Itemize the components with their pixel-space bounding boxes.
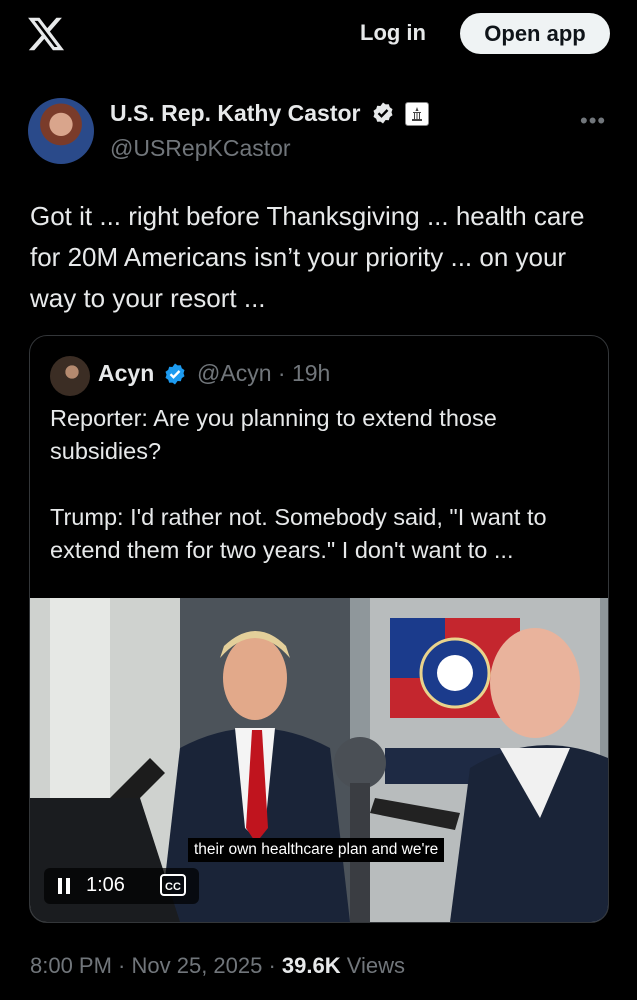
quoted-handle-time: @Acyn · 19h	[197, 360, 331, 386]
government-badge-icon	[405, 102, 430, 126]
views-count: 39.6K	[281, 953, 341, 978]
video-player[interactable]: their own healthcare plan and we're 1:06…	[30, 598, 608, 922]
quoted-tweet-text: Reporter: Are you planning to extend tho…	[50, 405, 547, 563]
more-icon[interactable]: •••	[580, 108, 606, 134]
author-name[interactable]: U.S. Rep. Kathy Castor	[110, 100, 361, 126]
quoted-author-line: Acyn @Acyn · 19h	[98, 360, 330, 387]
pause-icon[interactable]	[56, 876, 72, 896]
login-link[interactable]: Log in	[360, 20, 426, 46]
video-caption: their own healthcare plan and we're	[188, 838, 445, 862]
quoted-author-avatar[interactable]	[50, 356, 90, 396]
tweet-text: Got it ... right before Thanksgiving ...…	[30, 201, 585, 313]
verified-badge-icon	[165, 363, 185, 385]
author-handle[interactable]: @USRepKCastor	[110, 135, 291, 162]
video-controls: 1:06 CC	[44, 868, 199, 904]
verified-badge-icon	[373, 102, 393, 124]
tweet-timestamp[interactable]: 8:00 PM · Nov 25, 2025 ·	[30, 953, 282, 978]
tweet-footer: 8:00 PM · Nov 25, 2025 · 39.6K Views	[30, 953, 405, 979]
x-logo-icon[interactable]	[26, 14, 66, 54]
author-avatar[interactable]	[28, 98, 94, 164]
closed-captions-icon[interactable]: CC	[160, 874, 186, 896]
quoted-tweet[interactable]: Acyn @Acyn · 19h Reporter: Are you plann…	[29, 335, 609, 923]
top-bar: Log in Open app	[0, 0, 637, 70]
author-line: U.S. Rep. Kathy Castor	[110, 100, 430, 127]
open-app-button[interactable]: Open app	[460, 13, 610, 54]
video-time: 1:06	[86, 874, 125, 896]
views-label: Views	[340, 953, 406, 978]
quoted-author-name[interactable]: Acyn	[98, 360, 154, 386]
